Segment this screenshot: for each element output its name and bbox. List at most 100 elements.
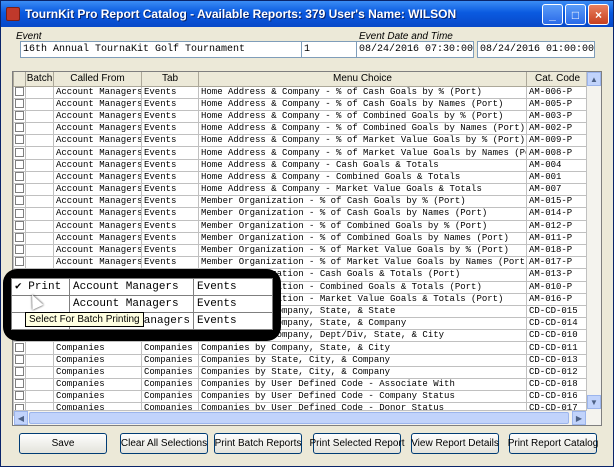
- table-row[interactable]: Companies Companies Companies by User Defi…: [13, 390, 589, 404]
- row-indicator-cell[interactable]: [13, 182, 26, 197]
- event-start-field[interactable]: 08/24/2016 07:30:00 AM: [356, 41, 474, 58]
- batch-checkbox[interactable]: [15, 196, 24, 206]
- zoom-batch-cell[interactable]: ✔ Print: [11, 278, 70, 296]
- clear-all-selections-button[interactable]: Clear All Selections: [120, 433, 208, 454]
- batch-checkbox-cell[interactable]: [25, 377, 54, 392]
- scroll-down-icon[interactable]: ▼: [587, 395, 601, 409]
- row-indicator-cell[interactable]: [13, 170, 26, 185]
- column-header-called-from[interactable]: Called From: [53, 72, 142, 87]
- scroll-right-icon[interactable]: ▶: [572, 411, 586, 425]
- table-row[interactable]: Account Managers Events Member Organizatio…: [13, 256, 589, 270]
- save-button[interactable]: Save: [19, 433, 107, 454]
- row-indicator-cell[interactable]: [13, 158, 26, 172]
- table-row[interactable]: Account Managers Events Home Address & Com…: [13, 182, 589, 197]
- batch-checkbox[interactable]: [15, 135, 24, 145]
- batch-checkbox[interactable]: [15, 123, 24, 133]
- batch-checkbox-cell[interactable]: [25, 97, 54, 111]
- batch-checkbox[interactable]: [15, 245, 24, 255]
- batch-checkbox-cell[interactable]: [25, 158, 54, 172]
- batch-checkbox-cell[interactable]: [25, 146, 54, 160]
- batch-checkbox-cell[interactable]: [25, 195, 54, 209]
- batch-checkbox[interactable]: [15, 367, 24, 377]
- table-row[interactable]: Account Managers Events Home Address & Com…: [13, 122, 589, 136]
- batch-checkbox-cell[interactable]: [25, 122, 54, 136]
- batch-checkbox[interactable]: [15, 391, 24, 401]
- row-indicator-cell[interactable]: [13, 195, 26, 209]
- row-indicator-cell[interactable]: [13, 353, 26, 367]
- batch-checkbox[interactable]: [15, 147, 24, 157]
- row-indicator-cell[interactable]: [13, 134, 26, 148]
- column-header-batch[interactable]: Batch: [25, 72, 54, 87]
- batch-checkbox-cell[interactable]: [25, 231, 54, 245]
- batch-checkbox[interactable]: [15, 172, 24, 182]
- batch-checkbox[interactable]: [15, 111, 24, 121]
- row-indicator-cell[interactable]: [13, 256, 26, 270]
- batch-checkbox-cell[interactable]: [25, 134, 54, 148]
- batch-checkbox[interactable]: [15, 221, 24, 230]
- table-row[interactable]: Account Managers Events Home Address & Com…: [13, 170, 589, 185]
- row-indicator-cell[interactable]: [13, 122, 26, 136]
- batch-checkbox-cell[interactable]: [25, 256, 54, 270]
- horizontal-scroll-thumb[interactable]: [29, 412, 569, 424]
- view-report-details-button[interactable]: View Report Details: [411, 433, 499, 454]
- row-indicator-cell[interactable]: [13, 146, 26, 160]
- minimize-button[interactable]: _: [542, 4, 563, 25]
- table-row[interactable]: Account Managers Events Home Address & Com…: [13, 158, 589, 172]
- table-row[interactable]: Account Managers Events Home Address & Com…: [13, 146, 589, 160]
- row-indicator-cell[interactable]: [13, 109, 26, 124]
- batch-checkbox-cell[interactable]: [25, 170, 54, 185]
- row-indicator-cell[interactable]: [13, 377, 26, 392]
- table-row[interactable]: Account Managers Events Member Organizatio…: [13, 231, 589, 245]
- batch-checkbox-cell[interactable]: [25, 243, 54, 258]
- print-selected-report-button[interactable]: Print Selected Report: [309, 433, 405, 454]
- vertical-scrollbar[interactable]: ▲ ▼: [586, 72, 601, 425]
- batch-checkbox[interactable]: [15, 160, 24, 169]
- batch-checkbox[interactable]: [15, 87, 24, 96]
- batch-checkbox-cell[interactable]: [25, 353, 54, 367]
- table-row[interactable]: Account Managers Events Member Organizatio…: [13, 195, 589, 209]
- horizontal-scrollbar[interactable]: ◀ ▶: [14, 410, 587, 425]
- table-row[interactable]: Account Managers Events Home Address & Com…: [13, 97, 589, 111]
- row-indicator-cell[interactable]: [13, 243, 26, 258]
- row-indicator-cell[interactable]: [13, 365, 26, 380]
- batch-checkbox-cell[interactable]: [25, 390, 54, 404]
- table-row[interactable]: Account Managers Events Member Organizatio…: [13, 219, 589, 233]
- close-button[interactable]: ×: [588, 4, 609, 25]
- table-row[interactable]: Companies Companies Companies by State, Ci…: [13, 365, 589, 380]
- table-row[interactable]: Account Managers Events Home Address & Com…: [13, 134, 589, 148]
- row-indicator-cell[interactable]: [13, 341, 26, 355]
- batch-checkbox[interactable]: [15, 233, 24, 242]
- table-row[interactable]: Account Managers Events Member Organizatio…: [13, 207, 589, 221]
- row-indicator-cell[interactable]: [13, 231, 26, 245]
- batch-checkbox[interactable]: [15, 208, 24, 218]
- batch-checkbox-cell[interactable]: [25, 207, 54, 221]
- table-row[interactable]: Account Managers Events Member Organizatio…: [13, 243, 589, 258]
- column-header-tab[interactable]: Tab: [141, 72, 199, 87]
- table-row[interactable]: Companies Companies Companies by User Defi…: [13, 377, 589, 392]
- table-row[interactable]: Companies Companies Companies by State, Ci…: [13, 353, 589, 367]
- scroll-up-icon[interactable]: ▲: [587, 72, 601, 86]
- batch-checkbox[interactable]: [15, 379, 24, 389]
- row-indicator-cell[interactable]: [13, 97, 26, 111]
- print-report-catalog-button[interactable]: Print Report Catalog: [508, 433, 598, 454]
- scroll-left-icon[interactable]: ◀: [14, 411, 28, 425]
- batch-checkbox-cell[interactable]: [25, 219, 54, 233]
- table-row[interactable]: Companies Companies Companies by Company, …: [13, 341, 589, 355]
- batch-checkbox-cell[interactable]: [25, 365, 54, 380]
- table-row[interactable]: Account Managers Events Home Address & Com…: [13, 85, 589, 99]
- row-indicator-cell[interactable]: [13, 207, 26, 221]
- event-number-field[interactable]: 1: [301, 41, 357, 58]
- table-row[interactable]: Account Managers Events Home Address & Com…: [13, 109, 589, 124]
- batch-checkbox[interactable]: [15, 184, 24, 194]
- batch-checkbox[interactable]: [15, 257, 24, 267]
- event-end-field[interactable]: 08/24/2016 01:00:00 PM: [477, 41, 595, 58]
- batch-checkbox-cell[interactable]: [25, 85, 54, 99]
- batch-checkbox[interactable]: [15, 99, 24, 108]
- print-batch-reports-button[interactable]: Print Batch Reports: [214, 433, 302, 454]
- batch-checkbox-cell[interactable]: [25, 182, 54, 197]
- event-name-field[interactable]: 16th Annual TournaKit Golf Tournament: [20, 41, 308, 58]
- batch-checkbox-cell[interactable]: [25, 109, 54, 124]
- title-bar[interactable]: TournKit Pro Report Catalog - Available …: [1, 1, 613, 27]
- batch-checkbox-cell[interactable]: [25, 341, 54, 355]
- row-indicator-cell[interactable]: [13, 390, 26, 404]
